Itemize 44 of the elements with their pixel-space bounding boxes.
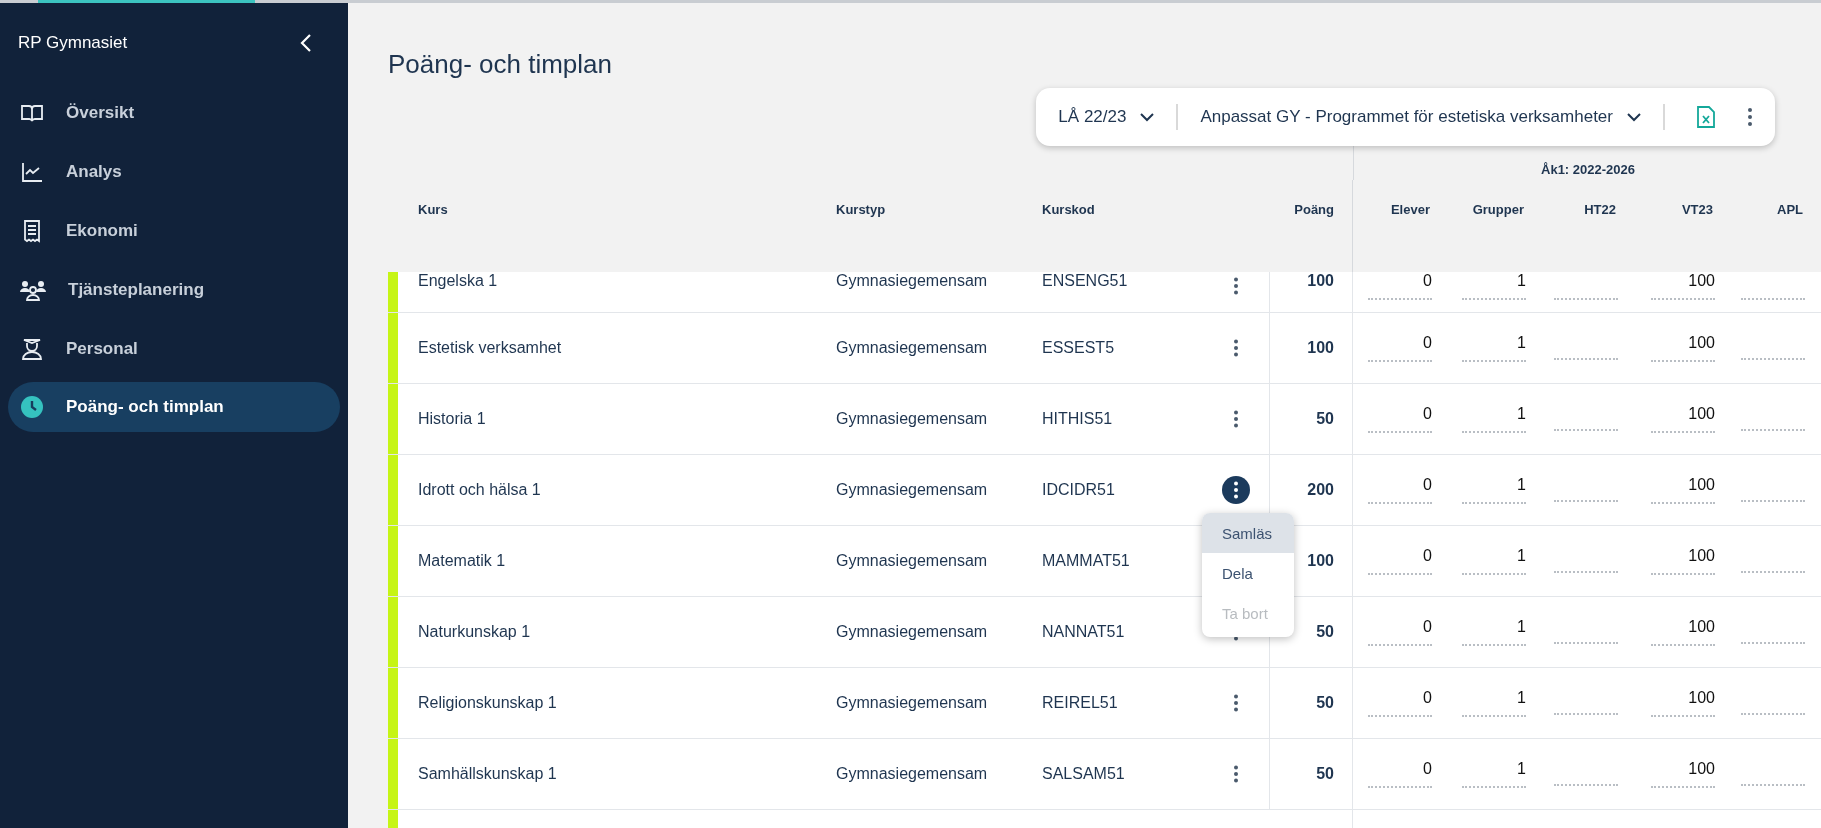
course-type: Gymnasiegemensam [836, 339, 988, 356]
course-type: Gymnasiegemensam [836, 765, 988, 782]
course-name: Religionskunskap 1 [418, 694, 557, 711]
course-type: Gymnasiegemensam [836, 694, 988, 711]
column-header: HT22 [1584, 202, 1616, 217]
column-header: Grupper [1472, 202, 1524, 217]
course-name: Naturkunskap 1 [418, 623, 531, 640]
course-name: Estetisk verksamhet [418, 339, 562, 356]
course-name: Historia 1 [418, 410, 486, 427]
course-type: Gymnasiegemensam [836, 552, 988, 569]
points-value: 100 [1307, 339, 1334, 357]
course-name: Samhällskunskap 1 [418, 765, 557, 782]
points-value: 50 [1316, 694, 1334, 712]
course-code: ESSEST5 [1042, 339, 1115, 356]
course-code: NANNAT51 [1042, 623, 1125, 640]
course-name: Engelska 1 [418, 272, 498, 289]
column-header: Elever [1390, 202, 1430, 217]
course-type: Gymnasiegemensam [836, 272, 988, 289]
course-code: REIREL51 [1042, 694, 1118, 711]
course-name: Idrott och hälsa 1 [418, 481, 541, 498]
app-title: RP Gymnasiet [18, 33, 128, 53]
course-name: Matematik 1 [418, 552, 506, 569]
points-value: 200 [1307, 481, 1334, 499]
course-code: IDCIDR51 [1042, 481, 1115, 498]
course-code: MAMMAT51 [1042, 552, 1130, 569]
points-value: 100 [1307, 552, 1334, 570]
course-type: Gymnasiegemensam [836, 623, 988, 640]
points-value: 50 [1316, 623, 1334, 641]
column-header: Kurs [418, 202, 448, 217]
points-value: 50 [1316, 410, 1334, 428]
column-header: Poäng [1294, 202, 1334, 217]
course-code: SALSAM51 [1042, 765, 1125, 782]
course-type: Gymnasiegemensam [836, 481, 988, 498]
course-code: HITHIS51 [1042, 410, 1113, 427]
points-value: 50 [1316, 765, 1334, 783]
column-header: Kurstyp [836, 202, 886, 217]
column-header: APL [1777, 202, 1803, 217]
column-header: Kurskod [1042, 202, 1095, 217]
points-value: 100 [1307, 272, 1334, 290]
column-header: VT23 [1681, 202, 1713, 217]
group-header: Åk1: 2022-2026 [1541, 162, 1635, 179]
page-title: Poäng- och timplan [387, 48, 614, 81]
course-type: Gymnasiegemensam [836, 410, 988, 427]
course-code: ENSENG51 [1042, 272, 1128, 289]
